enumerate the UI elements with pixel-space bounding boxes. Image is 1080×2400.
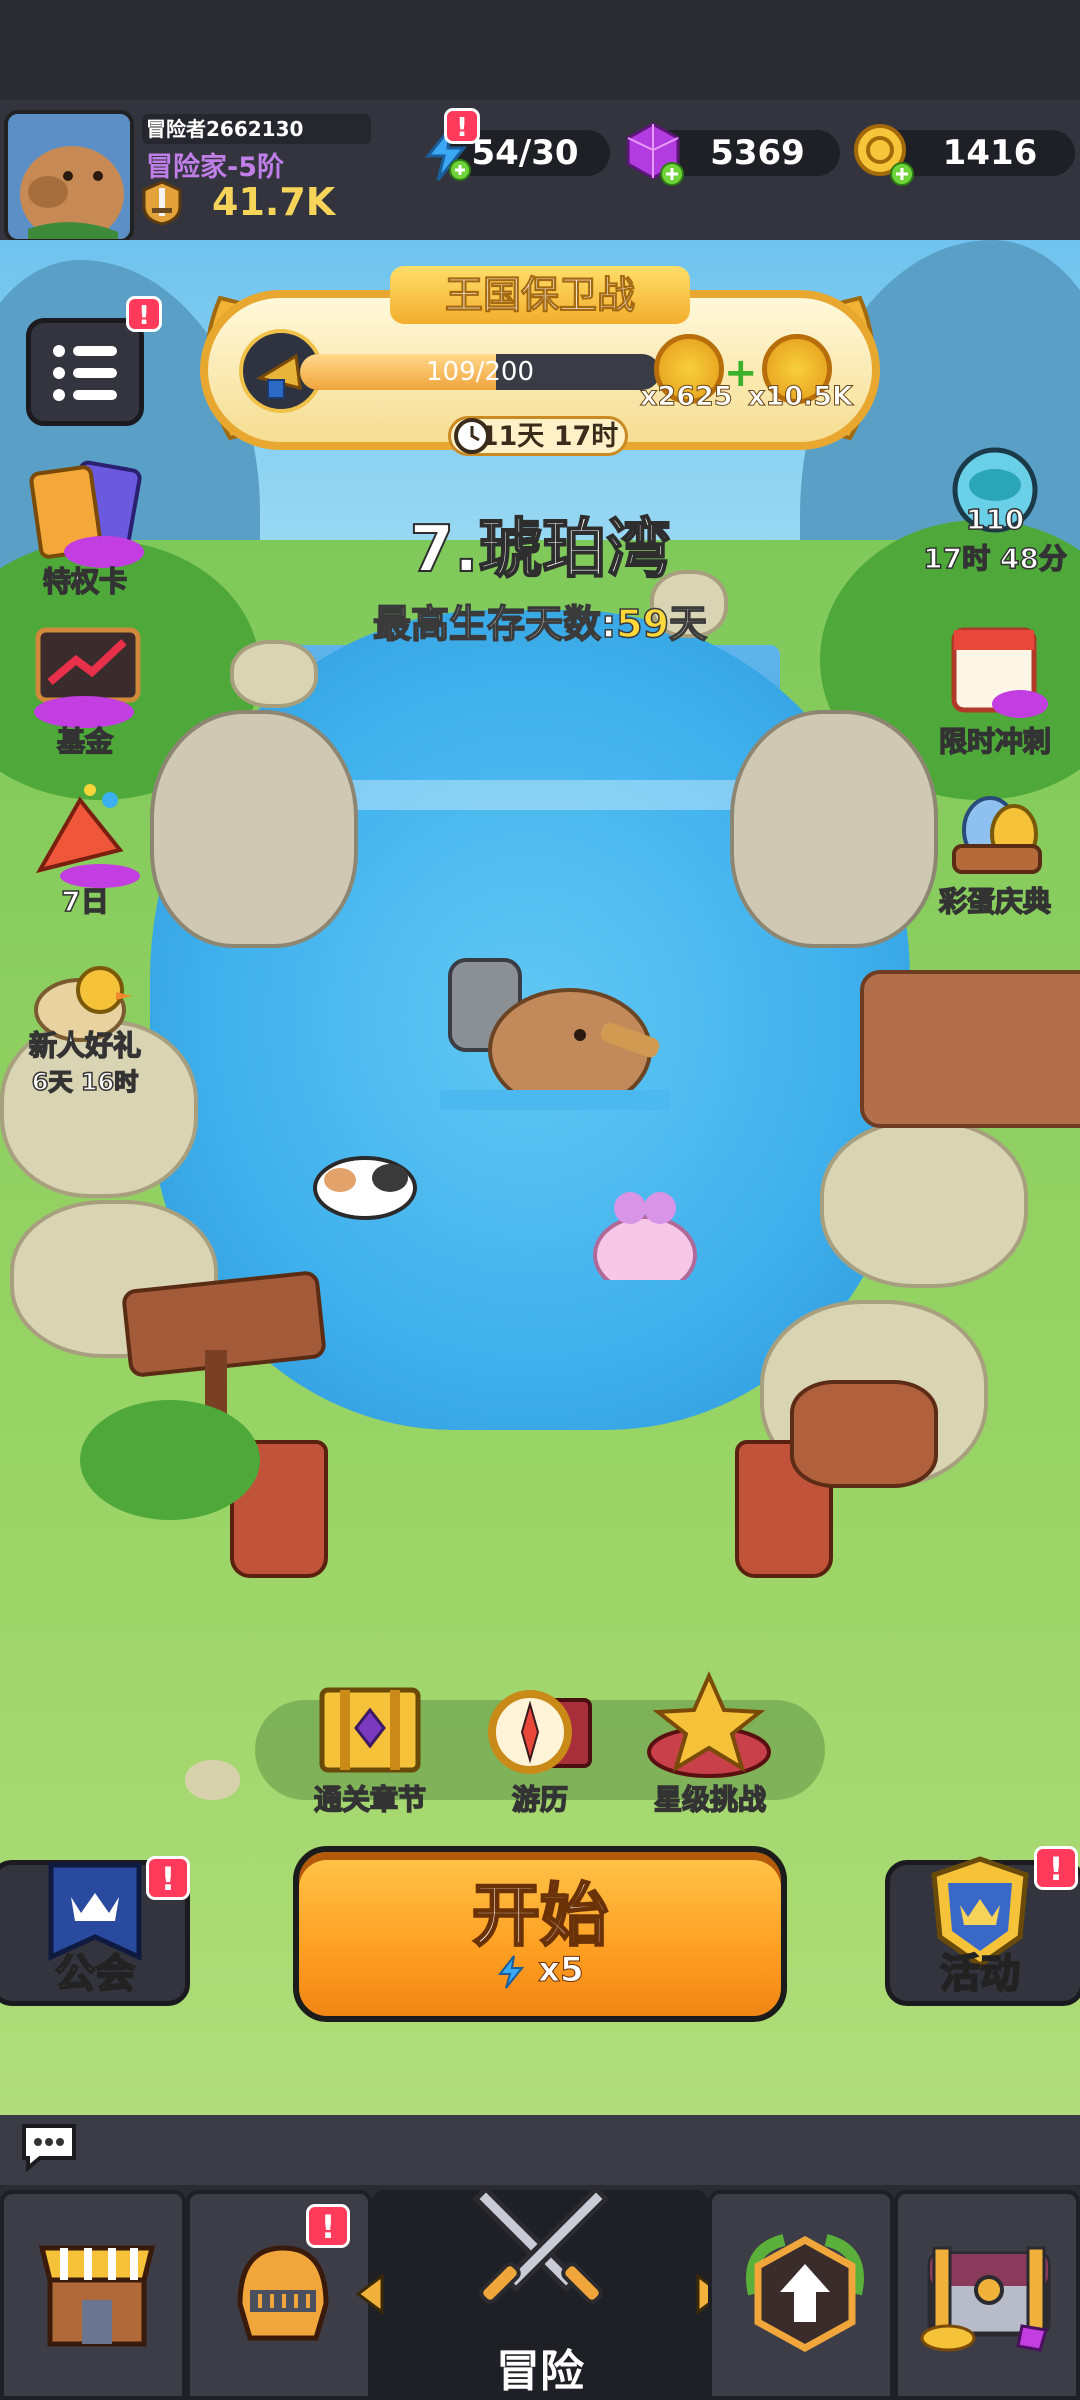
privilege-card-button[interactable]: 特权卡 (0, 460, 170, 600)
bush (80, 1400, 260, 1520)
event-progress-text: 109/200 (425, 357, 534, 387)
guild-alert-badge: ! (146, 1856, 190, 1900)
guild-label: 公会 (54, 1950, 136, 1998)
best-days-label: 最高生存天数: (372, 601, 617, 647)
barrel (790, 1380, 938, 1488)
equipment-alert-badge: ! (306, 2204, 350, 2248)
fund-label: 基金 (56, 724, 114, 759)
newbie-gift-label: 新人好礼 (28, 1028, 142, 1063)
level-badge: 110 (965, 502, 1025, 537)
seven-day-button[interactable]: 7日 (0, 780, 170, 920)
best-days-value: 59 (615, 601, 670, 647)
start-label: 开始 (471, 1876, 610, 1958)
chapters-button[interactable]: 通关章节 (280, 1680, 460, 1820)
level-event-button[interactable]: 110 17时 48分 (910, 445, 1080, 576)
shop-icon (38, 2245, 156, 2347)
cat-character (313, 1156, 417, 1220)
clock-icon (454, 418, 490, 454)
gold-coin-icon[interactable] (852, 120, 914, 186)
energy-bolt-small-icon (498, 1954, 525, 1989)
privilege-card-icon (29, 460, 144, 568)
event-reward-1: x2625 (640, 381, 734, 413)
activity-alert-badge: ! (1034, 1846, 1078, 1890)
chat-bubble-icon[interactable] (18, 2120, 80, 2172)
list-menu-icon (53, 345, 117, 401)
nav-tab-equipment[interactable]: ! (186, 2190, 372, 2400)
wooden-dock (860, 970, 1080, 1128)
egg-festival-button[interactable]: 彩蛋庆典 (910, 780, 1080, 920)
star-trophy-icon (647, 1671, 771, 1778)
upgrade-arrow-icon (746, 2234, 864, 2352)
rock (820, 1120, 1028, 1288)
limited-sprint-label: 限时冲刺 (938, 724, 1052, 759)
chevron-left-icon (355, 2273, 384, 2315)
player-id: 冒险者2662130 (142, 114, 371, 144)
helmet-icon (237, 2245, 329, 2341)
combat-power-icon (142, 180, 182, 226)
level-event-timer: 17时 48分 (922, 541, 1067, 576)
calendar-icon (951, 627, 1048, 718)
nav-tab-upgrade[interactable] (708, 2190, 894, 2400)
coin-value: 1416 (942, 133, 1038, 173)
event-title: 王国保卫战 (390, 266, 690, 324)
limited-sprint-button[interactable]: 限时冲刺 (910, 620, 1080, 760)
egg-festival-label: 彩蛋庆典 (938, 884, 1052, 919)
capybara-character[interactable] (440, 940, 670, 1110)
travel-button[interactable]: 游历 (450, 1680, 630, 1820)
menu-button[interactable] (26, 318, 144, 426)
capybara-statue-right (730, 710, 938, 948)
start-cost: x5 (293, 1950, 787, 1991)
stepping-stone (185, 1760, 240, 1800)
chapters-label: 通关章节 (313, 1782, 427, 1817)
party-popper-icon (35, 784, 140, 888)
nav-tab-shop[interactable] (0, 2190, 186, 2400)
seven-day-label: 7日 (61, 884, 110, 919)
status-bar (0, 0, 1080, 100)
start-cost-value: x5 (538, 1950, 585, 1991)
fund-button[interactable]: 基金 (0, 620, 170, 760)
pink-bunny-character (593, 1192, 697, 1280)
newbie-gift-button[interactable]: 新人好礼 6天 16时 (0, 950, 170, 1130)
treasure-chest-icon (920, 2246, 1051, 2352)
menu-alert-badge: ! (126, 296, 162, 332)
egg-basket-icon (952, 796, 1042, 874)
event-reward-2: x10.5K (748, 381, 854, 413)
rock (230, 640, 318, 708)
capybara-statue-left (150, 710, 358, 948)
star-challenge-button[interactable]: 星级挑战 (620, 1670, 800, 1820)
combat-power: 41.7K (212, 180, 336, 224)
gem-value: 5369 (710, 133, 805, 173)
best-days-unit: 天 (668, 601, 708, 647)
crossed-swords-icon (472, 2185, 610, 2304)
purple-gem-icon[interactable] (622, 120, 684, 186)
player-avatar[interactable] (4, 110, 134, 243)
travel-label: 游历 (511, 1782, 569, 1817)
newbie-gift-timer: 6天 16时 (31, 1067, 139, 1097)
nav-adventure-label: 冒险 (496, 2346, 584, 2397)
compass-icon (488, 1690, 592, 1774)
fund-chart-icon (34, 627, 141, 728)
star-challenge-label: 星级挑战 (653, 1782, 767, 1817)
gate-icon (319, 1687, 421, 1773)
activity-label: 活动 (939, 1950, 1021, 1998)
player-rank: 冒险家-5阶 (146, 152, 284, 183)
nav-tab-treasure[interactable] (894, 2190, 1080, 2400)
energy-alert-badge: ! (444, 108, 480, 144)
privilege-card-label: 特权卡 (42, 564, 128, 599)
energy-value: 54/30 (471, 133, 579, 173)
capybara-avatar-icon (8, 114, 130, 239)
